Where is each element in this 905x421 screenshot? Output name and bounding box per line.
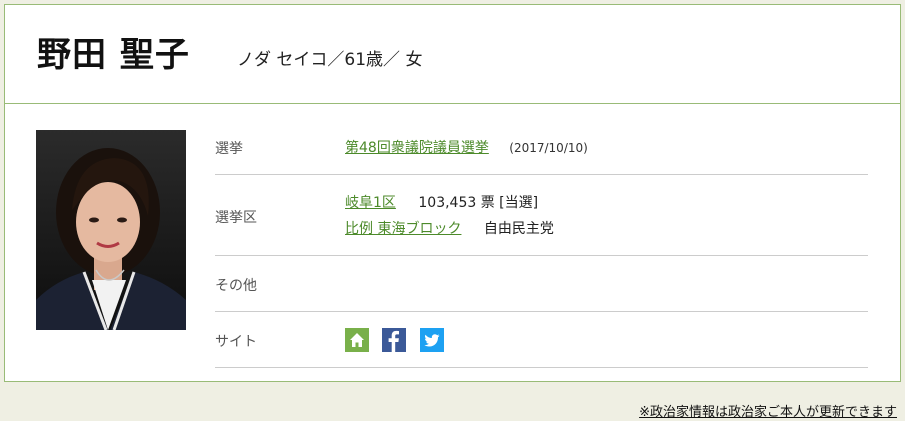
portrait-image — [36, 130, 186, 330]
facebook-icon[interactable] — [382, 328, 407, 352]
politician-photo — [36, 130, 186, 330]
district-line: 岐阜1区 103,453 票 [当選] — [345, 192, 538, 212]
party-name: 自由民主党 — [483, 221, 554, 237]
profile-header: 野田 聖子 ノダ セイコ／61歳／ 女 — [5, 5, 900, 104]
election-label: 選挙 — [215, 141, 243, 157]
row-other: その他 — [215, 256, 868, 312]
election-value: 第48回衆議院議員選挙 (2017/10/10) — [345, 137, 588, 157]
update-notice-link[interactable]: ※政治家情報は政治家ご本人が更新できます — [639, 401, 897, 420]
district-link[interactable]: 岐阜1区 — [345, 195, 396, 211]
site-label: サイト — [215, 334, 257, 350]
site-links — [345, 328, 453, 352]
home-icon[interactable] — [345, 328, 369, 352]
other-label: その他 — [215, 278, 257, 294]
kana-age-gender: ノダ セイコ／61歳／ 女 — [237, 50, 423, 70]
election-link[interactable]: 第48回衆議院議員選挙 — [345, 140, 489, 156]
row-district: 選挙区 岐阜1区 103,453 票 [当選] 比例 東海ブロック 自由民主党 — [215, 175, 868, 256]
twitter-icon[interactable] — [419, 328, 444, 352]
proportional-block-link[interactable]: 比例 東海ブロック — [345, 221, 461, 237]
vote-count: 103,453 票 [当選] — [418, 195, 539, 211]
detail-table: 選挙 第48回衆議院議員選挙 (2017/10/10) 選挙区 岐阜1区 103… — [215, 129, 868, 368]
row-election: 選挙 第48回衆議院議員選挙 (2017/10/10) — [215, 129, 868, 175]
politician-card: 野田 聖子 ノダ セイコ／61歳／ 女 選挙 第48回衆議院議員選挙 (2017… — [4, 4, 901, 382]
election-date: (2017/10/10) — [509, 141, 588, 155]
district-label: 選挙区 — [215, 210, 257, 226]
politician-name: 野田 聖子 — [37, 35, 190, 75]
row-site: サイト — [215, 312, 868, 368]
proportional-line: 比例 東海ブロック 自由民主党 — [345, 218, 554, 238]
